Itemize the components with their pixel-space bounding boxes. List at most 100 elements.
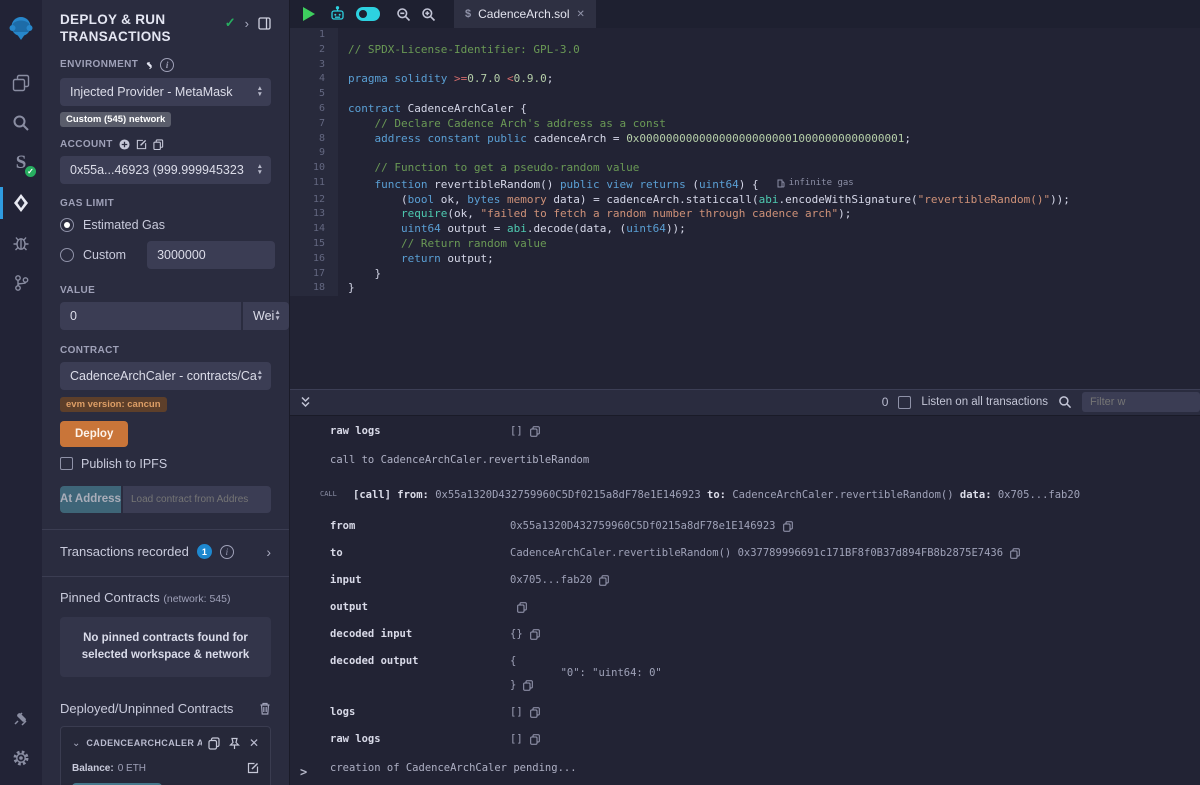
clear-contracts-trash-icon[interactable] — [259, 702, 271, 715]
balance-label: Balance: — [72, 763, 114, 774]
tab-cadencearch-sol[interactable]: $ CadenceArch.sol ✕ — [454, 0, 596, 28]
sidebar-item-settings[interactable] — [0, 739, 42, 777]
account-value: 0x55a...46923 (999.999945323 — [70, 163, 257, 177]
line-number: 9 — [290, 146, 338, 161]
value-input[interactable] — [60, 302, 241, 330]
chevron-right-icon[interactable]: › — [245, 16, 249, 31]
account-select[interactable]: 0x55a...46923 (999.999945323 ▲▼ — [60, 156, 271, 184]
copy-icon[interactable] — [517, 602, 527, 613]
estimated-gas-radio[interactable] — [60, 218, 74, 232]
close-tab-icon[interactable]: ✕ — [577, 9, 585, 20]
remix-ai-copilot-icon[interactable] — [329, 6, 346, 23]
terminal-kv-row: toCadenceArchCaler.revertibleRandom() 0x… — [290, 547, 1200, 559]
transactions-recorded-label: Transactions recorded — [60, 544, 189, 559]
terminal-filter-input[interactable] — [1082, 392, 1200, 412]
transactions-recorded-row[interactable]: Transactions recorded 1 i › — [60, 544, 271, 560]
terminal-search-icon[interactable] — [1058, 395, 1072, 409]
custom-gas-radio[interactable] — [60, 248, 74, 262]
files-icon — [12, 74, 30, 92]
code-line: 10 // Function to get a pseudo-random va… — [290, 161, 1200, 176]
terminal[interactable]: raw logs[]call to CadenceArchCaler.rever… — [290, 416, 1200, 785]
code-editor[interactable]: 12// SPDX-License-Identifier: GPL-3.034p… — [290, 28, 1200, 389]
code-line: 6contract CadenceArchCaler { — [290, 102, 1200, 117]
edit-account-icon[interactable] — [136, 139, 147, 150]
listen-all-checkbox[interactable] — [898, 396, 911, 409]
chevron-down-icon[interactable]: ⌄ — [72, 738, 80, 749]
deploy-button[interactable]: Deploy — [60, 421, 128, 447]
remove-contract-icon[interactable]: ✕ — [249, 736, 259, 750]
editor-toolbar: $ CadenceArch.sol ✕ — [290, 0, 1200, 28]
zoom-in-icon[interactable] — [421, 7, 436, 22]
line-number: 15 — [290, 237, 338, 252]
line-number: 14 — [290, 222, 338, 237]
terminal-message: creation of CadenceArchCaler pending... — [290, 762, 1200, 774]
terminal-row-value: 0x55a1320D432759960C5Df0215a8dF78e1E1469… — [510, 520, 793, 532]
copy-icon[interactable] — [530, 426, 540, 437]
collapse-terminal-icon[interactable] — [300, 396, 311, 408]
copy-icon[interactable] — [530, 629, 540, 640]
sidebar-item-solidity-compiler[interactable]: S ✓ — [0, 144, 42, 182]
copy-icon[interactable] — [523, 680, 533, 691]
terminal-row-label: from — [330, 520, 510, 532]
at-address-input[interactable] — [123, 486, 271, 513]
zoom-out-icon[interactable] — [396, 7, 411, 22]
publish-to-ipfs-option[interactable]: Publish to IPFS — [60, 457, 271, 471]
balance-value: 0 ETH — [118, 763, 146, 774]
environment-select[interactable]: Injected Provider - MetaMask ▲▼ — [60, 78, 271, 106]
environment-info-icon[interactable]: i — [160, 58, 174, 72]
code-line: 17 } — [290, 267, 1200, 282]
remix-logo-icon — [7, 14, 35, 42]
environment-label: ENVIRONMENT — [60, 59, 138, 70]
sidebar-item-git[interactable] — [0, 264, 42, 302]
deploy-run-panel: DEPLOY & RUN TRANSACTIONS ✓ › ENVIRONMEN… — [42, 0, 290, 785]
divider — [42, 529, 289, 530]
sidebar-item-file-explorer[interactable] — [0, 64, 42, 102]
terminal-kv-row: input0x705...fab20 — [290, 574, 1200, 586]
terminal-tx-summary[interactable]: call[call] from: 0x55a1320D432759960C5Df… — [290, 487, 1200, 501]
terminal-kv-row: decoded output{ "0": "uint64: 0"} — [290, 655, 1200, 691]
sidebar-item-debugger[interactable] — [0, 224, 42, 262]
copy-account-icon[interactable] — [153, 139, 164, 150]
contract-select[interactable]: CadenceArchCaler - contracts/Cac ▲▼ — [60, 362, 271, 390]
sidebar-item-search[interactable] — [0, 104, 42, 142]
value-unit-select[interactable]: Wei ▲▼ — [243, 302, 289, 330]
pin-contract-icon[interactable] — [229, 737, 240, 750]
copy-icon[interactable] — [783, 521, 793, 532]
terminal-prompt[interactable]: > — [300, 765, 307, 779]
sidebar-item-plugin-manager[interactable] — [0, 699, 42, 737]
environment-value: Injected Provider - MetaMask — [70, 85, 257, 99]
pin-panel-icon[interactable] — [258, 17, 271, 30]
plug-icon[interactable] — [144, 60, 154, 70]
copilot-toggle[interactable] — [356, 7, 380, 21]
pinned-empty-message: No pinned contracts found for selected w… — [60, 617, 271, 678]
copy-icon[interactable] — [599, 575, 609, 586]
add-account-icon[interactable] — [119, 139, 130, 150]
deployed-contracts-title: Deployed/Unpinned Contracts — [60, 701, 233, 716]
terminal-row-value — [510, 601, 527, 613]
copy-icon[interactable] — [530, 707, 540, 718]
gas-estimate-annotation: infinite gas — [777, 176, 854, 191]
edit-balance-icon[interactable] — [247, 762, 259, 774]
code-line: 8 address constant public cadenceArch = … — [290, 132, 1200, 147]
copy-icon[interactable] — [530, 734, 540, 745]
line-number: 16 — [290, 252, 338, 267]
run-script-button[interactable] — [303, 7, 315, 21]
estimated-gas-option[interactable]: Estimated Gas — [60, 218, 271, 232]
chevron-right-icon[interactable]: › — [266, 544, 271, 560]
gear-icon — [12, 749, 30, 767]
publish-ipfs-checkbox[interactable] — [60, 457, 73, 470]
copy-icon[interactable] — [1010, 548, 1020, 559]
custom-gas-input[interactable] — [147, 241, 275, 269]
custom-gas-option[interactable]: Custom — [60, 241, 271, 269]
line-number: 10 — [290, 161, 338, 176]
sidebar-item-deploy-and-run[interactable] — [0, 184, 42, 222]
value-unit: Wei — [253, 309, 274, 323]
terminal-row-value: 0x705...fab20 — [510, 574, 609, 586]
pending-tx-count: 0 — [882, 395, 889, 409]
copy-contract-icon[interactable] — [208, 737, 220, 750]
at-address-button[interactable]: At Address — [60, 486, 121, 513]
transactions-info-icon[interactable]: i — [220, 545, 234, 559]
remix-logo[interactable] — [0, 6, 42, 50]
terminal-row-value: {} — [510, 628, 540, 640]
activity-bar: S ✓ — [0, 0, 42, 785]
